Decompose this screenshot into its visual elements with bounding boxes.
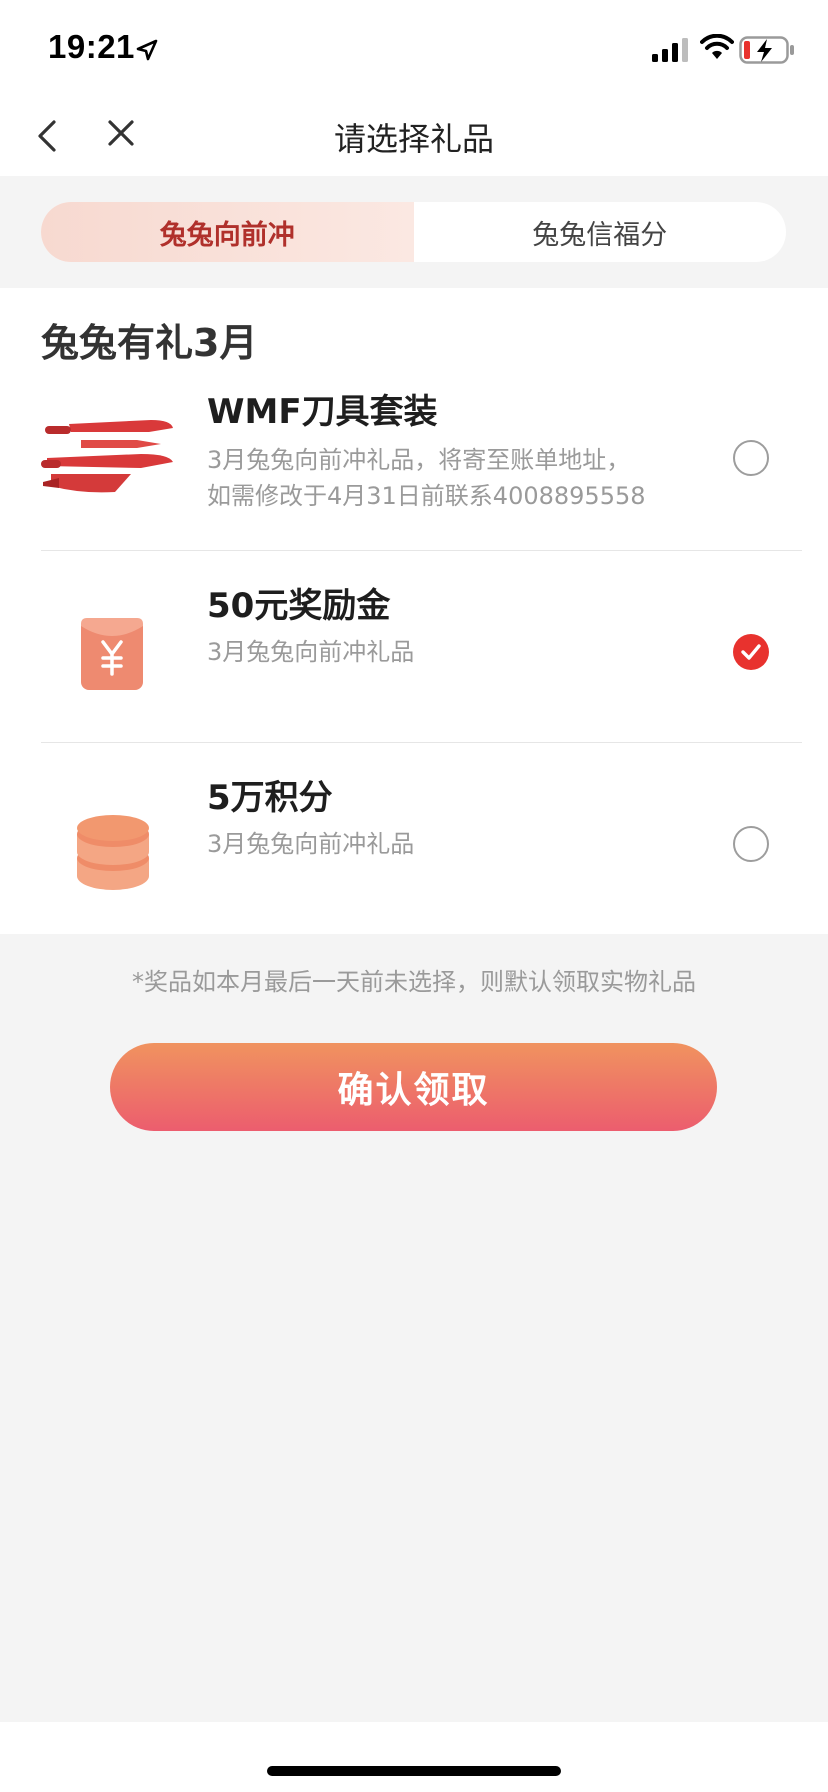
gift-desc-line: 3月兔兔向前冲礼品	[207, 830, 415, 858]
radio-unselected[interactable]	[733, 826, 769, 862]
gift-desc-line: 3月兔兔向前冲礼品	[207, 638, 415, 666]
signal-icon	[652, 38, 688, 62]
home-indicator[interactable]	[267, 1766, 561, 1776]
divider	[41, 550, 802, 551]
coin-stack-icon	[77, 815, 149, 890]
confirm-claim-button[interactable]: 确认领取	[110, 1043, 717, 1131]
gift-desc-line: 如需修改于4月31日前联系4008895558	[207, 482, 646, 510]
wifi-icon	[700, 34, 734, 59]
segmented-tabs: 兔兔向前冲 兔兔信福分	[41, 202, 786, 262]
radio-selected[interactable]	[733, 634, 769, 670]
nav-bar: 请选择礼品	[0, 100, 828, 176]
divider	[41, 742, 802, 743]
knife-set-icon	[41, 420, 173, 493]
gift-item-knife-set[interactable]: WMF刀具套装 3月兔兔向前冲礼品，将寄至账单地址， 如需修改于4月31日前联系…	[41, 384, 802, 544]
tab-bar-area: 兔兔向前冲 兔兔信福分	[0, 176, 828, 288]
gift-item-points[interactable]: 5万积分 3月兔兔向前冲礼品	[41, 770, 802, 930]
gift-list-card: 兔兔有礼3月 WMF刀具套装 3月兔兔向前冲礼品，将寄至账单地址， 如需修改于4…	[0, 288, 828, 934]
section-title: 兔兔有礼3月	[41, 321, 258, 365]
home-bar-area	[0, 1722, 828, 1792]
gift-name: 50元奖励金	[207, 586, 391, 626]
location-arrow-icon	[136, 39, 158, 61]
red-envelope-icon	[81, 618, 143, 690]
gift-desc-line: 3月兔兔向前冲礼品，将寄至账单地址，	[207, 446, 631, 474]
tab-tutu-xinfu[interactable]: 兔兔信福分	[414, 202, 787, 262]
battery-charging-icon	[739, 36, 794, 64]
tab-tutu-forward[interactable]: 兔兔向前冲	[41, 202, 414, 262]
notice-text: *奖品如本月最后一天前未选择，则默认领取实物礼品	[132, 968, 696, 996]
status-time: 19:21	[48, 28, 135, 65]
gift-name: 5万积分	[207, 778, 333, 818]
checkmark-icon	[741, 644, 761, 660]
gift-item-bonus-cash[interactable]: 50元奖励金 3月兔兔向前冲礼品	[41, 578, 802, 738]
status-bar: 19:21	[0, 0, 828, 100]
gift-name: WMF刀具套装	[207, 392, 438, 432]
radio-unselected[interactable]	[733, 440, 769, 476]
page-title: 请选择礼品	[333, 120, 494, 158]
